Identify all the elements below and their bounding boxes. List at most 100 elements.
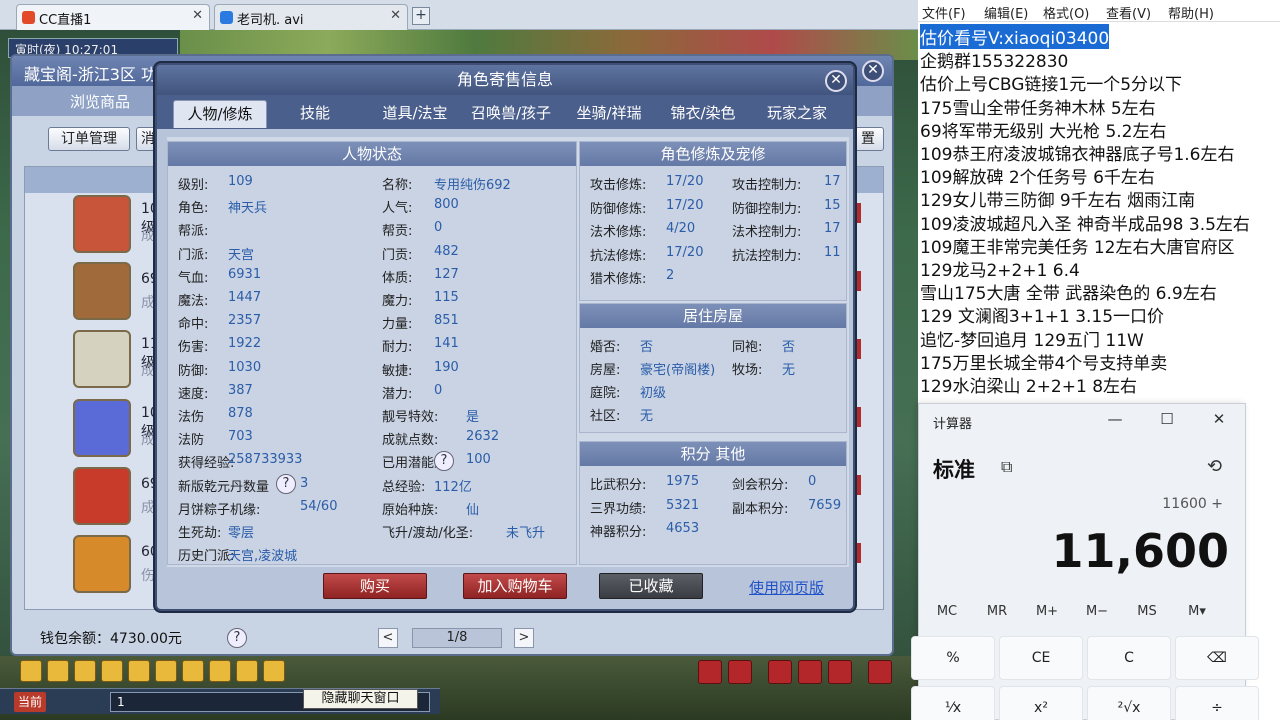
field-label: 成就点数: — [382, 433, 439, 449]
menu-file[interactable]: 文件(F) — [922, 3, 966, 22]
field-value: 豪宅(帝阁楼) — [640, 363, 716, 378]
notepad-line: 估价看号V:xiaoqi03400 — [920, 24, 1110, 49]
cbg-close-button[interactable]: ✕ — [862, 60, 884, 82]
keep-on-top-icon[interactable]: ⧉ — [1001, 457, 1012, 477]
close-tab-icon[interactable]: ✕ — [192, 8, 203, 23]
calc-key[interactable]: ÷ — [1175, 686, 1259, 720]
memory-button[interactable]: M+ — [1027, 604, 1067, 619]
calc-key[interactable]: CE — [999, 636, 1083, 680]
chat-channel-button[interactable]: 当前 — [14, 692, 46, 712]
minimize-button[interactable]: — — [1105, 410, 1125, 428]
menu-edit[interactable]: 编辑(E) — [984, 3, 1028, 22]
avatar — [73, 399, 131, 457]
game-search-icon[interactable] — [728, 660, 752, 684]
add-to-cart-button[interactable]: 加入购物车 — [463, 573, 567, 599]
game-list-icon[interactable] — [828, 660, 852, 684]
help-icon[interactable]: ? — [434, 451, 454, 471]
field-value: 天宫 — [228, 247, 255, 263]
new-tab-button[interactable]: + — [412, 7, 430, 25]
field-label: 防御修炼: — [590, 201, 647, 217]
use-web-version-link[interactable]: 使用网页版 — [749, 577, 824, 598]
tab-character[interactable]: 人物/修炼 — [173, 100, 267, 128]
section-header: 人物状态 — [168, 142, 576, 166]
down-arrow-icon[interactable] — [74, 660, 96, 682]
tab-items[interactable]: 道具/法宝 — [365, 100, 465, 128]
calc-key[interactable]: ⌫ — [1175, 636, 1259, 680]
field-label: 体质: — [382, 270, 413, 286]
calc-key[interactable]: x² — [999, 686, 1083, 720]
field-label: 法术控制力: — [732, 225, 802, 240]
field-value: 703 — [228, 429, 253, 445]
avatar — [73, 195, 131, 253]
memory-button[interactable]: MC — [927, 604, 967, 619]
tab-pets[interactable]: 召唤兽/孩子 — [461, 100, 561, 128]
field-value: 54/60 — [300, 498, 338, 514]
field-value: 无 — [640, 409, 654, 424]
tab-mounts[interactable]: 坐骑/祥瑞 — [559, 100, 659, 128]
magnify-icon[interactable] — [128, 660, 150, 682]
hide-chat-button[interactable]: 隐藏聊天窗口 — [303, 689, 418, 709]
tab-costumes[interactable]: 锦衣/染色 — [653, 100, 753, 128]
tab-player-home[interactable]: 玩家之家 — [747, 100, 847, 128]
cultivation-panel: 角色修炼及宠修 攻击修炼: 17/20 防御修炼: 17/20 法术修炼: 4/20 抗法修… — [579, 141, 847, 301]
notepad-line: 129水泊梁山 2+2+1 8左右 — [920, 377, 1138, 397]
field-label: 牧场: — [732, 363, 763, 378]
game-system-gear-icon[interactable] — [868, 660, 892, 684]
up-arrow-icon[interactable] — [47, 660, 69, 682]
field-value: 11 — [824, 244, 841, 260]
field-value: 109 — [228, 174, 253, 189]
left-arrow-icon[interactable] — [20, 660, 42, 682]
menu-format[interactable]: 格式(O) — [1043, 3, 1089, 22]
game-menu-icon[interactable] — [698, 660, 722, 684]
calc-key[interactable]: ²√x — [1087, 686, 1171, 720]
field-label: 历史门派: — [178, 549, 235, 565]
lock-icon[interactable] — [155, 660, 177, 682]
game-bag-icon[interactable] — [798, 660, 822, 684]
field-value: 零层 — [228, 526, 255, 541]
calc-key[interactable]: C — [1087, 636, 1171, 680]
buy-button[interactable]: 购买 — [323, 573, 427, 599]
save-icon[interactable] — [263, 660, 285, 682]
nav-browse-goods[interactable]: 浏览商品 — [70, 91, 130, 112]
field-value: 800 — [434, 197, 459, 213]
field-label: 婚否: — [590, 340, 621, 355]
help-icon[interactable]: ? — [227, 628, 247, 648]
field-value: 482 — [434, 243, 459, 259]
field-value: 4/20 — [666, 221, 696, 236]
field-label: 级别: — [178, 178, 209, 193]
tab-skills[interactable]: 技能 — [275, 100, 355, 128]
field-value: 0 — [434, 382, 443, 398]
calculator-mode[interactable]: 标准 — [933, 454, 975, 484]
field-value: 无 — [782, 363, 796, 378]
list-icon[interactable] — [236, 660, 258, 682]
memory-button[interactable]: MR — [977, 604, 1017, 619]
field-value: 258733933 — [228, 452, 303, 468]
close-button[interactable]: ✕ — [1209, 410, 1229, 428]
next-page-button[interactable]: > — [514, 628, 534, 648]
prev-page-button[interactable]: < — [378, 628, 398, 648]
browser-tab-cc[interactable]: CC直播1 ✕ — [16, 4, 210, 30]
calc-key[interactable]: ⅟x — [911, 686, 995, 720]
browser-tab-video[interactable]: 老司机. avi ✕ — [214, 4, 408, 30]
menu-help[interactable]: 帮助(H) — [1168, 3, 1214, 22]
dialog-close-button[interactable]: ✕ — [825, 70, 847, 92]
order-management-button[interactable]: 订单管理 — [48, 127, 130, 151]
close-tab-icon[interactable]: ✕ — [390, 8, 401, 23]
help-icon[interactable]: ? — [276, 474, 296, 494]
memory-button[interactable]: MS — [1127, 604, 1167, 619]
memory-button[interactable]: M− — [1077, 604, 1117, 619]
field-label: 魔法: — [178, 294, 209, 309]
favorited-button[interactable]: 已收藏 — [599, 573, 703, 599]
sword-icon[interactable] — [182, 660, 204, 682]
chat-icon[interactable] — [209, 660, 231, 682]
calc-key[interactable]: % — [911, 636, 995, 680]
history-icon[interactable]: ⟲ — [1207, 456, 1222, 477]
memory-button[interactable]: M▾ — [1177, 604, 1217, 619]
field-value: 17/20 — [666, 174, 704, 189]
menu-view[interactable]: 查看(V) — [1106, 3, 1151, 22]
field-value: 2357 — [228, 313, 262, 329]
move-icon[interactable] — [101, 660, 123, 682]
game-team-icon[interactable] — [768, 660, 792, 684]
settings-button[interactable]: 置 — [852, 127, 884, 151]
maximize-button[interactable]: ☐ — [1157, 410, 1177, 428]
